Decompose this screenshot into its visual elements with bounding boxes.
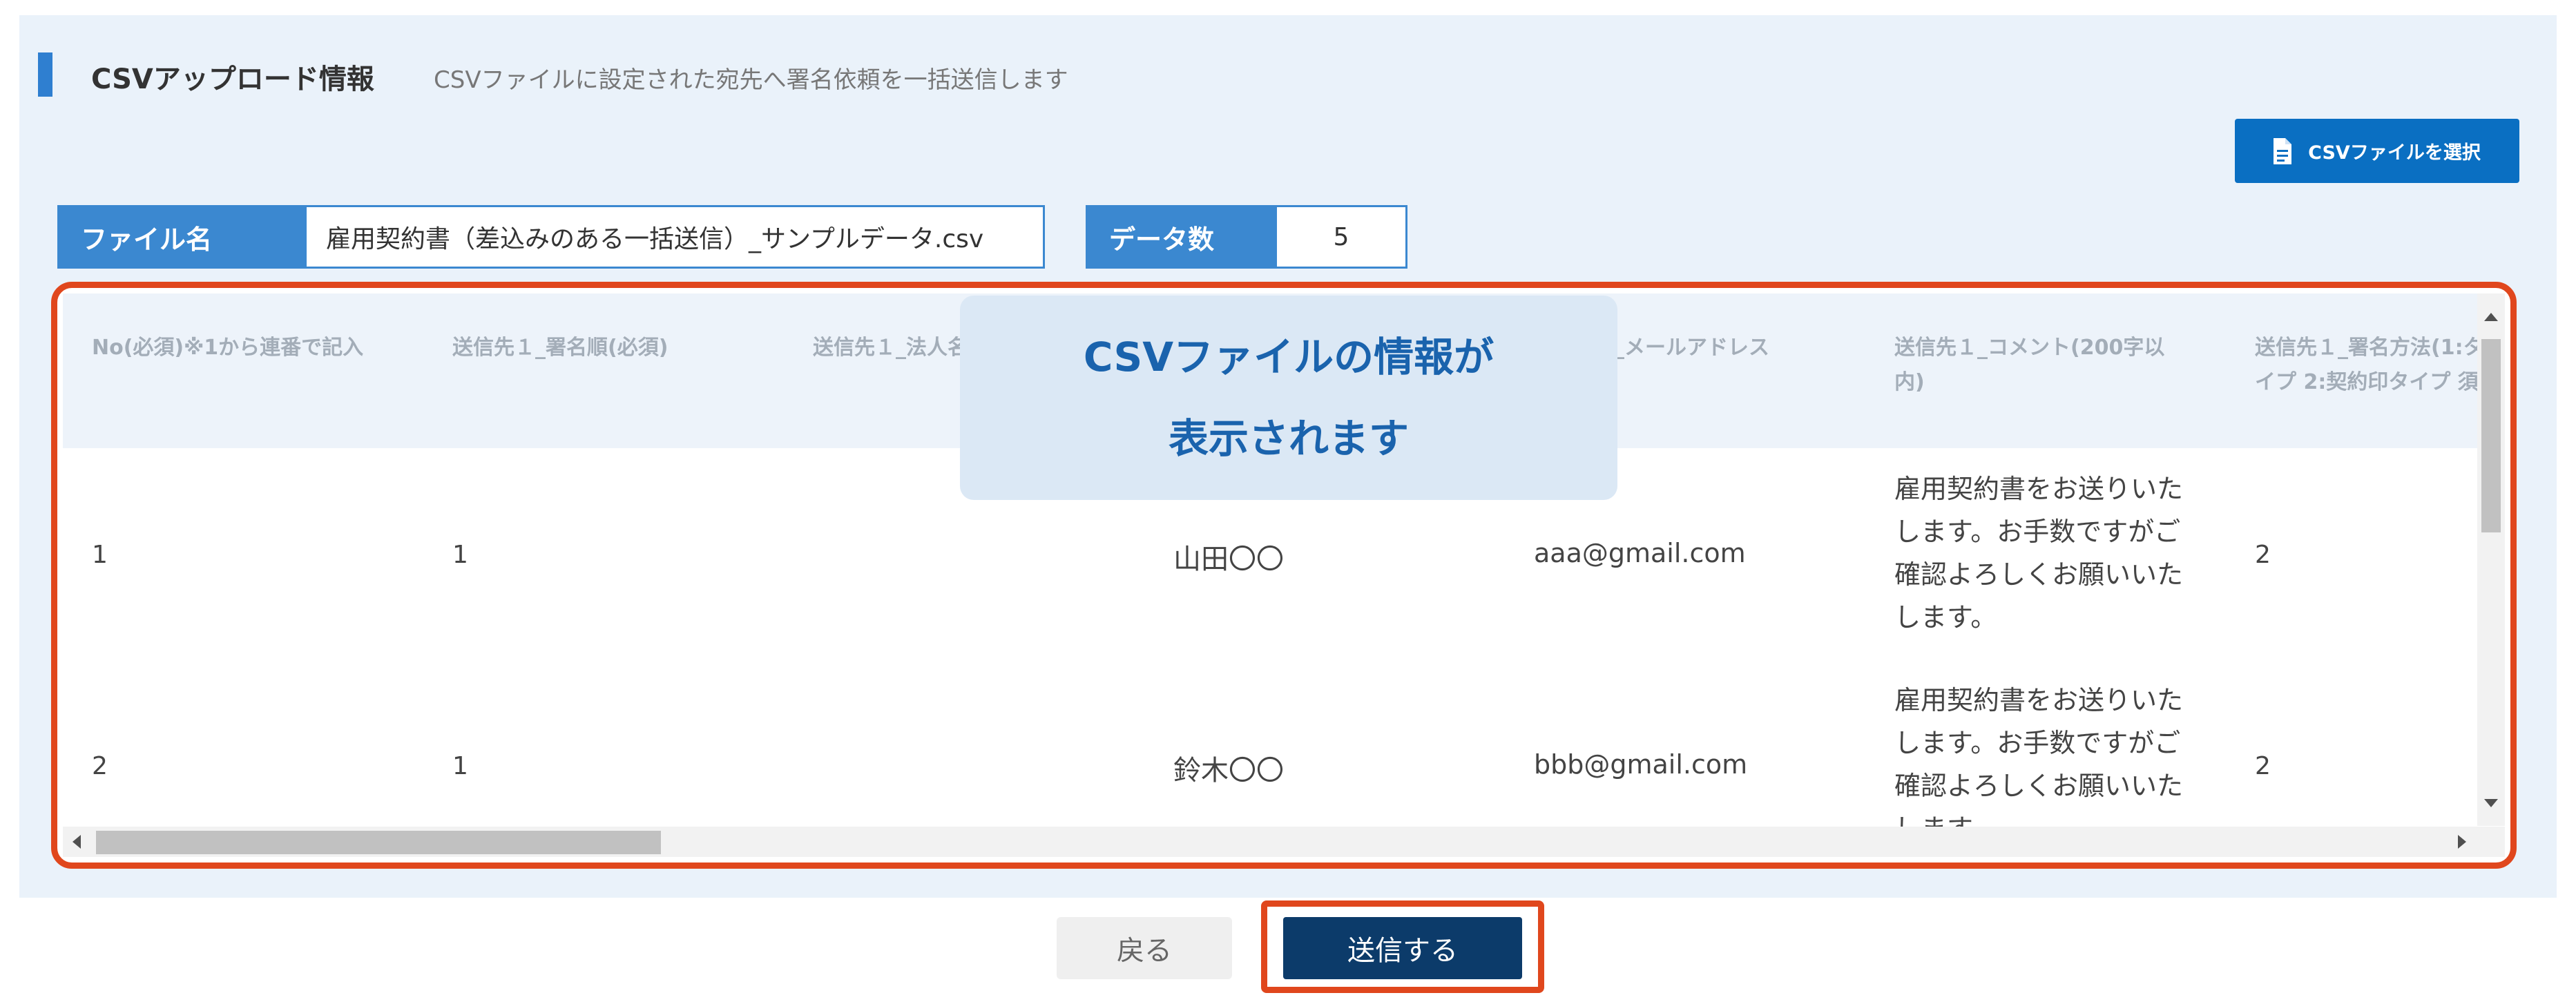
select-csv-button[interactable]: CSVファイルを選択 bbox=[2235, 119, 2519, 183]
page-subtitle: CSVファイルに設定された宛先へ署名依頼を一括送信します bbox=[434, 66, 1068, 94]
select-csv-label: CSVファイルを選択 bbox=[2308, 142, 2481, 164]
filename-value: 雇用契約書（差込みのある一括送信）_サンプルデータ.csv bbox=[305, 205, 1045, 269]
callout-line-2: 表示されます bbox=[1168, 415, 1409, 462]
scroll-down-arrow-icon[interactable] bbox=[2484, 799, 2498, 807]
column-header-email: _メールアドレス bbox=[1614, 336, 1769, 360]
filename-label: ファイル名 bbox=[57, 205, 305, 269]
back-button[interactable]: 戻る bbox=[1057, 917, 1232, 979]
column-header-comment: 送信先１_コメント(200字以内) bbox=[1894, 336, 2165, 394]
cell-name: 鈴木〇〇 bbox=[1173, 755, 1284, 787]
cell-order: 1 bbox=[452, 752, 468, 780]
scroll-up-arrow-icon[interactable] bbox=[2484, 313, 2498, 321]
callout-line-1: CSVファイルの情報が bbox=[1083, 334, 1494, 380]
vertical-scroll-thumb[interactable] bbox=[2481, 339, 2501, 532]
column-header-method: 送信先１_署名方法(1:タイプ 2:契約印タイプ 須) bbox=[2255, 336, 2488, 394]
cell-name: 山田〇〇 bbox=[1173, 543, 1284, 575]
page-title: CSVアップロード情報 bbox=[91, 64, 374, 95]
cell-email: aaa@gmail.com bbox=[1534, 538, 1746, 568]
info-callout: CSVファイルの情報が 表示されます bbox=[960, 296, 1617, 500]
cell-method: 2 bbox=[2255, 541, 2271, 569]
send-button[interactable]: 送信する bbox=[1283, 917, 1522, 979]
cell-order: 1 bbox=[452, 541, 468, 569]
document-icon bbox=[2274, 137, 2292, 164]
column-header-order: 送信先１_署名順(必須) bbox=[452, 336, 669, 360]
column-header-no: No(必須)※1から連番で記入 bbox=[92, 336, 364, 360]
data-count-label: データ数 bbox=[1086, 205, 1278, 269]
horizontal-scrollbar[interactable] bbox=[63, 827, 2505, 857]
cell-method: 2 bbox=[2255, 752, 2271, 780]
cell-comment: 雇用契約書をお送りいたします。お手数ですがご確認よろしくお願いいたします。 bbox=[1894, 685, 2184, 844]
title-accent-bar bbox=[38, 52, 52, 97]
horizontal-scroll-thumb[interactable] bbox=[96, 831, 661, 854]
cell-no: 1 bbox=[92, 541, 108, 569]
cell-no: 2 bbox=[92, 752, 108, 780]
scroll-left-arrow-icon[interactable] bbox=[73, 835, 81, 849]
data-count-value: 5 bbox=[1275, 205, 1407, 269]
cell-comment: 雇用契約書をお送りいたします。お手数ですがご確認よろしくお願いいたします。 bbox=[1894, 474, 2184, 633]
cell-email: bbb@gmail.com bbox=[1534, 749, 1748, 780]
scroll-right-arrow-icon[interactable] bbox=[2458, 835, 2466, 849]
vertical-scrollbar[interactable] bbox=[2477, 293, 2505, 826]
